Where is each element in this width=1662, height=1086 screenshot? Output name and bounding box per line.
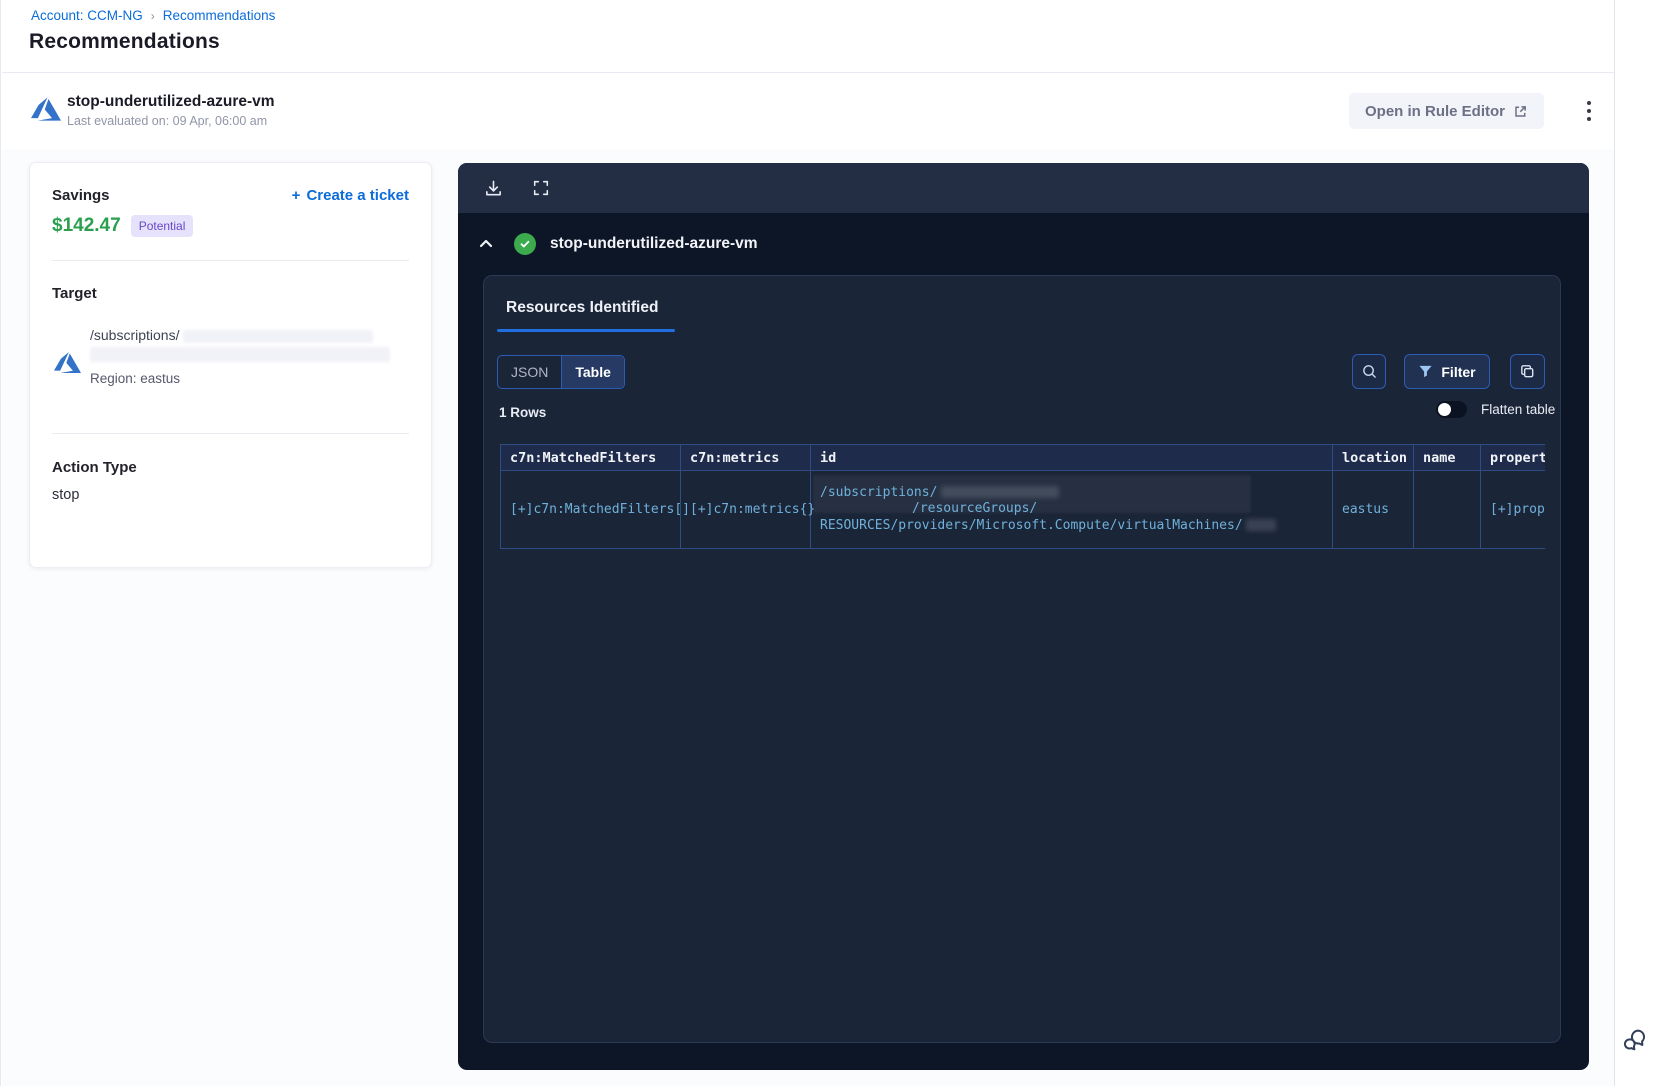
download-button[interactable] xyxy=(478,173,508,203)
collapse-chevron-button[interactable] xyxy=(476,232,500,256)
cell-metrics-expandable[interactable]: [+]c7n:metrics{} xyxy=(680,470,815,549)
flatten-table-label: Flatten table xyxy=(1481,402,1556,417)
card-divider xyxy=(52,260,409,261)
active-tab-underline xyxy=(497,329,675,332)
action-type-label: Action Type xyxy=(52,459,137,476)
column-header-metrics[interactable]: c7n:metrics xyxy=(680,444,811,471)
filter-funnel-icon xyxy=(1418,364,1433,379)
resources-table: c7n:MatchedFilters c7n:metrics id locati… xyxy=(500,444,1545,549)
breadcrumb: Account: CCM-NG › Recommendations xyxy=(31,8,275,23)
column-header-properties[interactable]: properties xyxy=(1480,444,1545,471)
resources-table-scroll-area[interactable]: c7n:MatchedFilters c7n:metrics id locati… xyxy=(500,444,1545,550)
rows-count: 1 Rows xyxy=(499,405,547,420)
cell-name xyxy=(1413,470,1481,549)
search-icon xyxy=(1361,363,1378,380)
copy-button[interactable] xyxy=(1510,354,1545,389)
azure-icon xyxy=(31,94,61,124)
flatten-table-control: Flatten table xyxy=(1436,401,1555,418)
breadcrumb-recommendations-link[interactable]: Recommendations xyxy=(163,8,276,23)
redacted-subscription-id xyxy=(90,347,390,362)
column-header-location[interactable]: location xyxy=(1332,444,1414,471)
filter-button[interactable]: Filter xyxy=(1404,354,1490,389)
fullscreen-button[interactable] xyxy=(526,173,556,203)
savings-label: Savings xyxy=(52,187,110,204)
savings-amount: $142.47 xyxy=(52,215,121,236)
table-header-row: c7n:MatchedFilters c7n:metrics id locati… xyxy=(500,444,1545,471)
resources-identified-panel: Resources Identified JSON Table Filter 1… xyxy=(483,275,1561,1043)
action-type-value: stop xyxy=(52,487,80,503)
cell-properties-expandable[interactable]: [+]properties{} xyxy=(1480,470,1545,549)
page: Account: CCM-NG › Recommendations Recomm… xyxy=(0,0,1662,1086)
open-rule-editor-button[interactable]: Open in Rule Editor xyxy=(1349,93,1545,129)
redacted-subscription-id xyxy=(183,329,374,343)
redacted-text xyxy=(941,486,1060,499)
redacted-text xyxy=(1245,519,1276,532)
cell-matched-filters-expandable[interactable]: [+]c7n:MatchedFilters[] xyxy=(500,470,690,549)
create-ticket-button[interactable]: + Create a ticket xyxy=(292,187,409,204)
search-button[interactable] xyxy=(1352,354,1386,389)
content-right-border xyxy=(1614,0,1615,1086)
breadcrumb-separator-icon: › xyxy=(150,8,155,23)
chat-widget-button[interactable] xyxy=(1619,1022,1655,1058)
flatten-table-toggle[interactable] xyxy=(1436,401,1467,418)
azure-icon xyxy=(54,349,81,376)
copy-icon xyxy=(1519,363,1536,380)
potential-badge: Potential xyxy=(130,215,194,237)
column-header-matched-filters[interactable]: c7n:MatchedFilters xyxy=(500,444,681,471)
filter-label: Filter xyxy=(1441,363,1476,380)
column-header-id[interactable]: id xyxy=(810,444,1333,471)
target-region: Region: eastus xyxy=(90,371,181,386)
plus-icon: + xyxy=(291,187,301,204)
recommendation-details-card: Savings + Create a ticket $142.47 Potent… xyxy=(29,162,432,568)
cell-resource-id: /subscriptions/ /resourceGroups/ RESOURC… xyxy=(810,470,1333,549)
success-check-icon xyxy=(514,233,536,255)
view-json-button[interactable]: JSON xyxy=(498,356,561,388)
chat-bubbles-icon xyxy=(1619,1025,1655,1055)
recommendation-last-evaluated: Last evaluated on: 09 Apr, 06:00 am xyxy=(67,114,268,128)
more-options-button[interactable] xyxy=(1573,91,1605,131)
breadcrumb-account-link[interactable]: Account: CCM-NG xyxy=(31,8,143,23)
external-link-icon xyxy=(1513,104,1528,119)
create-ticket-label: Create a ticket xyxy=(306,187,409,204)
open-rule-editor-label: Open in Rule Editor xyxy=(1365,102,1506,120)
evaluation-result-row: stop-underutilized-azure-vm xyxy=(458,213,1589,275)
evaluation-viewer-panel: stop-underutilized-azure-vm Resources Id… xyxy=(458,163,1589,1070)
page-title: Recommendations xyxy=(29,30,220,53)
target-path: /subscriptions/ xyxy=(90,327,374,343)
recommendation-header: stop-underutilized-azure-vm Last evaluat… xyxy=(1,73,1614,149)
view-mode-toggle: JSON Table xyxy=(497,355,625,389)
cell-location: eastus xyxy=(1332,470,1414,549)
evaluation-result-title: stop-underutilized-azure-vm xyxy=(550,235,758,252)
view-table-button[interactable]: Table xyxy=(561,356,624,388)
table-row: [+]c7n:MatchedFilters[] [+]c7n:metrics{}… xyxy=(500,470,1545,549)
target-label: Target xyxy=(52,285,97,302)
viewer-toolbar xyxy=(458,163,1589,213)
card-divider xyxy=(52,433,409,434)
recommendation-title: stop-underutilized-azure-vm xyxy=(67,93,275,110)
tab-resources-identified[interactable]: Resources Identified xyxy=(506,299,658,317)
column-header-name[interactable]: name xyxy=(1413,444,1481,471)
